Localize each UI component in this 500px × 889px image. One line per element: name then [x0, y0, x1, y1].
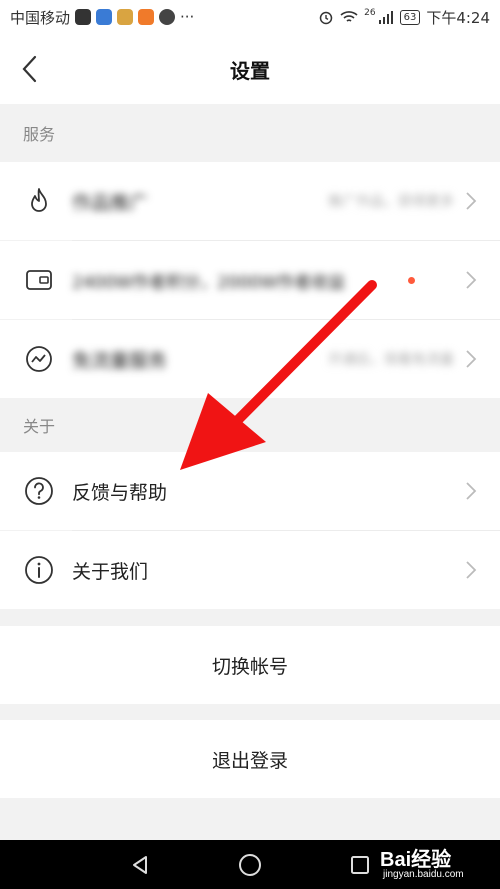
- row-value: 推广作品，获得更多: [328, 194, 454, 210]
- logout-button[interactable]: 退出登录: [0, 720, 500, 798]
- nav-recents-button[interactable]: [345, 850, 375, 880]
- fire-icon: [24, 186, 54, 216]
- camera-app-icon: [159, 9, 176, 25]
- settings-row-earnings[interactable]: 2400W作者积分，2000W作者收益: [0, 241, 500, 319]
- status-right: 26 63 下午4:24: [318, 7, 490, 28]
- back-arrow-icon: [22, 55, 37, 83]
- wifi-icon: [340, 11, 358, 22]
- photo-app-icon: [117, 9, 134, 25]
- chevron-right-icon: [466, 561, 477, 579]
- chevron-right-icon: [466, 192, 477, 210]
- row-label: 反馈与帮助: [72, 481, 168, 504]
- carrier-label: 中国移动: [10, 8, 71, 27]
- nav-home-button[interactable]: [235, 850, 265, 880]
- shield-app-icon: [96, 9, 113, 25]
- video-app-icon: [138, 9, 155, 25]
- signal-icon: [378, 11, 393, 24]
- chevron-right-icon: [466, 350, 477, 368]
- top-nav-bar: 设置: [0, 34, 500, 104]
- settings-row-about-us[interactable]: 关于我们: [0, 531, 500, 609]
- settings-row-free-data[interactable]: 免流量服务 开通后，观看免流量: [0, 320, 500, 398]
- more-notifications-icon: ···: [180, 8, 195, 26]
- section-header-about: 关于: [0, 398, 500, 452]
- row-label: 关于我们: [72, 560, 149, 583]
- back-button[interactable]: [14, 52, 44, 86]
- wallet-icon: [24, 265, 54, 295]
- triangle-back-icon: [133, 856, 147, 874]
- circle-home-icon: [239, 854, 261, 876]
- activity-icon: [75, 9, 92, 25]
- notification-dot: [408, 276, 415, 284]
- square-recents-icon: [351, 856, 369, 874]
- trend-circle-icon: [24, 344, 54, 374]
- alarm-icon: [319, 11, 333, 25]
- row-value: 开通后，观看免流量: [328, 352, 454, 368]
- info-icon: [24, 555, 54, 585]
- clock-label: 下午4:24: [426, 8, 490, 27]
- watermark-url: jingyan.baidu.com: [383, 869, 464, 880]
- chevron-right-icon: [466, 271, 477, 289]
- settings-row-promotion[interactable]: 作品推广 推广作品，获得更多: [0, 162, 500, 240]
- status-bar: 中国移动 ··· 26 63 下午4:24: [0, 0, 500, 34]
- row-label: 作品推广: [72, 191, 149, 214]
- help-icon: [24, 476, 54, 506]
- switch-account-button[interactable]: 切换帐号: [0, 626, 500, 704]
- battery-indicator: 63: [399, 9, 421, 25]
- row-label: 免流量服务: [72, 349, 168, 372]
- nav-back-button[interactable]: [125, 850, 155, 880]
- settings-row-feedback[interactable]: 反馈与帮助: [0, 452, 500, 530]
- page-title: 设置: [230, 58, 270, 83]
- network-type-label: 26: [364, 8, 376, 18]
- row-label: 2400W作者积分，2000W作者收益: [72, 272, 346, 293]
- status-left: 中国移动 ···: [10, 7, 194, 28]
- watermark-brand: Bai经验: [380, 849, 452, 871]
- section-header-service: 服务: [0, 104, 500, 162]
- chevron-right-icon: [466, 482, 477, 500]
